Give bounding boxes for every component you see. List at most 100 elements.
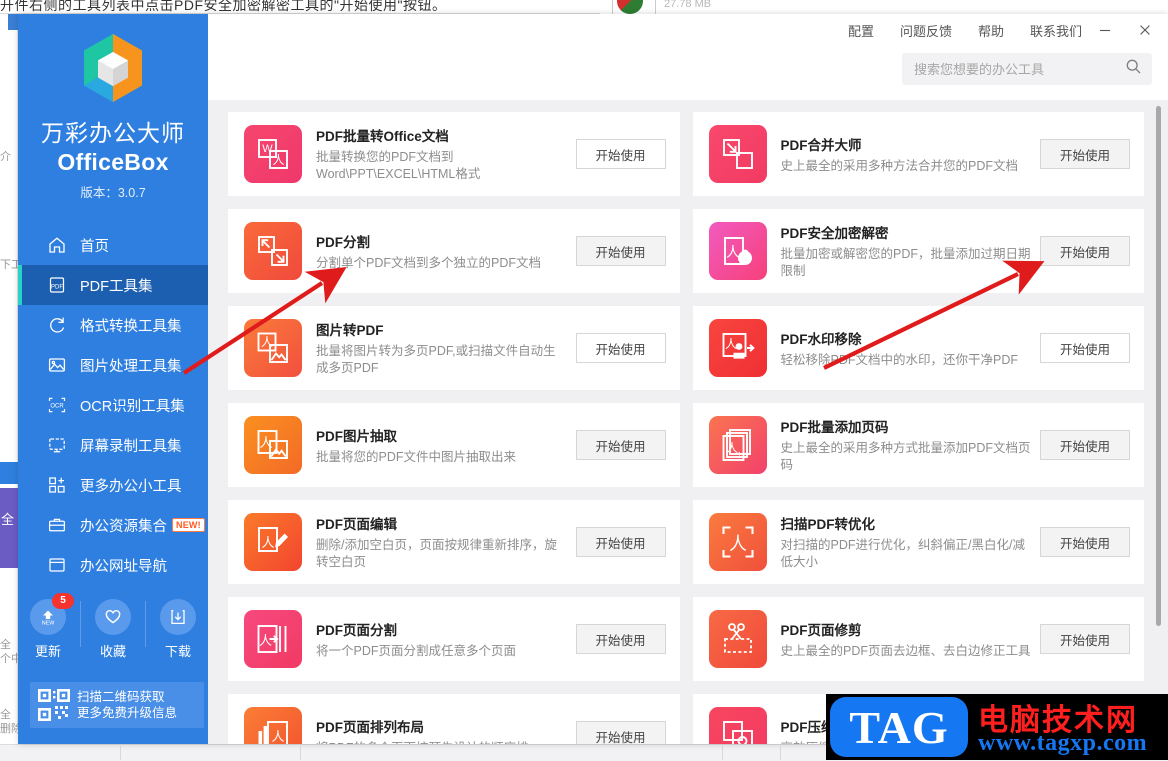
update-count-badge: 5 [52, 593, 74, 609]
heart-icon [95, 599, 131, 635]
image-to-pdf-icon: 人 [244, 319, 302, 377]
background-purple-tab [0, 488, 18, 568]
sidebar-action-update[interactable]: NEW 5 更新 [20, 593, 76, 660]
start-using-button[interactable]: 开始使用 [575, 721, 666, 744]
brand-name-cn: 万彩办公大师 [41, 120, 185, 146]
background-bottom-sep-3 [722, 746, 723, 760]
titlebar-link-config[interactable]: 配置 [848, 21, 874, 40]
sidebar-item-home[interactable]: 首页 [18, 225, 208, 265]
tool-card[interactable]: PDF合并大师 史上最全的采用多种方法合并您的PDF文档 开始使用 [692, 112, 1144, 196]
titlebar-link-contact[interactable]: 联系我们 [1030, 21, 1082, 40]
tool-card-description: 批量转换您的PDF文档到Word\PPT\EXCEL\HTML格式 [316, 150, 481, 181]
tool-card[interactable]: 人 PDF图片抽取 批量将您的PDF文件中图片抽取出来 开始使用 [228, 403, 680, 487]
sidebar-item-web-nav[interactable]: 办公网址导航 [18, 545, 208, 585]
tool-card[interactable]: 人 扫描PDF转优化 对扫描的PDF进行优化，纠斜偏正/黑白化/减低大小 开始使用 [692, 500, 1144, 584]
tool-card[interactable]: 人 PDF水印移除 轻松移除PDF文档中的水印，还你干净PDF 开始使用 [692, 306, 1144, 390]
page-number-icon: 人1 [708, 416, 767, 474]
tool-card[interactable]: 人 PDF页面编辑 删除/添加空白页，页面按规律重新排序，旋转空白页 开始使用 [228, 500, 680, 584]
tool-card-title: PDF页面分割 [316, 622, 397, 638]
start-using-button[interactable]: 开始使用 [1040, 430, 1130, 460]
tool-card-body: PDF安全加密解密 批量加密或解密您的PDF，批量添加过期日期限制 [781, 222, 1041, 280]
close-button[interactable] [1128, 16, 1162, 44]
action-divider-1 [80, 601, 81, 647]
tool-card-description: 批量加密或解密您的PDF，批量添加过期日期限制 [780, 247, 1031, 278]
start-using-button[interactable]: 开始使用 [1040, 236, 1130, 266]
action-divider-2 [145, 601, 146, 647]
tool-card[interactable]: 人 图片转PDF 批量将图片转为多页PDF,或扫描文件自动生成多页PDF 开始使用 [228, 306, 680, 390]
minimize-button[interactable] [1088, 16, 1122, 44]
titlebar-link-feedback[interactable]: 问题反馈 [900, 21, 952, 40]
tool-card-description: 将PDF的多个页面按预先设计的顺序排 [316, 740, 568, 745]
svg-text:人: 人 [729, 534, 747, 554]
sidebar-actions: NEW 5 更新 收藏 下载 [18, 593, 208, 660]
main-area: 配置 问题反馈 帮助 联系我们 W人 PDF批量转Office文档 [208, 14, 1168, 744]
new-badge: NEW! [172, 518, 205, 532]
start-using-button[interactable]: 开始使用 [575, 624, 666, 654]
sidebar-item-label: 首页 [80, 238, 109, 255]
tool-card-body: PDF页面排列布局将PDF的多个页面按预先设计的顺序排 [316, 716, 576, 745]
tool-card-body: PDF页面修剪 史上最全的PDF页面去边框、去白边修正工具 [781, 619, 1041, 660]
tool-card-title: PDF页面排列布局 [316, 719, 424, 735]
sidebar-item-ocr[interactable]: OCR OCR识别工具集 [18, 385, 208, 425]
qr-promo-box[interactable]: 扫描二维码获取 更多免费升级信息 [30, 682, 204, 728]
tool-card[interactable]: PDF分割 分割单个PDF文档到多个独立的PDF文档 开始使用 [228, 209, 680, 293]
sidebar-item-label: 格式转换工具集 [80, 318, 182, 335]
qr-promo-text: 扫描二维码获取 更多免费升级信息 [77, 689, 177, 721]
sidebar-item-screen-record[interactable]: 屏幕录制工具集 [18, 425, 208, 465]
merge-icon [708, 125, 767, 183]
background-bottom-sep-1 [120, 746, 121, 760]
sidebar-item-office-resources[interactable]: 办公资源集合 NEW! [18, 505, 208, 545]
sidebar-item-pdf-tools[interactable]: PDF PDF工具集 [18, 265, 208, 305]
sidebar-action-favorites[interactable]: 收藏 [85, 599, 141, 660]
svg-text:人: 人 [726, 244, 740, 260]
titlebar-link-help[interactable]: 帮助 [978, 21, 1004, 40]
start-using-button[interactable]: 开始使用 [575, 139, 666, 169]
titlebar: 配置 问题反馈 帮助 联系我们 [208, 14, 1168, 46]
brand-name-en: OfficeBox [57, 149, 169, 175]
brand-block: 万彩办公大师 OfficeBox 版本：3.0.7 [18, 14, 208, 201]
background-bottom-sep-4 [780, 746, 781, 760]
tool-card[interactable]: 人 PDF安全加密解密 批量加密或解密您的PDF，批量添加过期日期限制 开始使用 [692, 209, 1144, 293]
tool-card-title: PDF图片抽取 [316, 428, 397, 444]
tool-card[interactable]: W 人 PDF批量转Office文档 批量转换您的PDF文档到Word\PPT\EXC… [228, 112, 680, 196]
sidebar-item-label: PDF工具集 [80, 278, 153, 295]
tool-card-body: PDF合并大师 史上最全的采用多种方法合并您的PDF文档 [781, 134, 1041, 175]
tool-card-body: 扫描PDF转优化 对扫描的PDF进行优化，纠斜偏正/黑白化/减低大小 [781, 513, 1041, 571]
search-box[interactable] [902, 53, 1152, 85]
start-using-button[interactable]: 开始使用 [1040, 139, 1130, 169]
search-icon[interactable] [1125, 58, 1142, 80]
sidebar-item-format-convert[interactable]: 格式转换工具集 [18, 305, 208, 345]
sidebar-item-image-tools[interactable]: 图片处理工具集 [18, 345, 208, 385]
background-divider-1 [612, 0, 613, 14]
tool-card-title: PDF批量转Office文档 [316, 129, 449, 144]
svg-text:人: 人 [261, 335, 273, 349]
start-using-button[interactable]: 开始使用 [1040, 527, 1130, 557]
qr-line-2: 更多免费升级信息 [77, 706, 178, 720]
tool-card-body: PDF水印移除 轻松移除PDF文档中的水印，还你干净PDF [781, 328, 1041, 369]
search-input[interactable] [912, 60, 1125, 78]
start-using-button[interactable]: 开始使用 [1040, 333, 1130, 363]
tool-card-body: PDF页面编辑 删除/添加空白页，页面按规律重新排序，旋转空白页 [316, 513, 576, 571]
start-using-button[interactable]: 开始使用 [575, 527, 666, 557]
tool-card[interactable]: 人PDF页面排列布局将PDF的多个页面按预先设计的顺序排开始使用 [228, 694, 680, 744]
window-icon [46, 554, 68, 576]
page-edit-icon: 人 [244, 513, 302, 571]
sidebar-action-downloads[interactable]: 下载 [150, 599, 206, 660]
tool-card[interactable]: 人 1 PDF批量添加页码 史上最全的采用多种方式批量添加PDF文档页码 开始使用 [692, 403, 1144, 487]
scrollbar-thumb[interactable] [1156, 106, 1161, 626]
tool-card-description: 史上最全的采用多种方式批量添加PDF文档页码 [780, 441, 1031, 472]
sidebar-item-label: 屏幕录制工具集 [80, 438, 182, 455]
tool-card[interactable]: PDF页面修剪 史上最全的PDF页面去边框、去白边修正工具 开始使用 [692, 597, 1144, 681]
tool-card-title: PDF页面编辑 [316, 517, 397, 532]
start-using-button[interactable]: 开始使用 [575, 333, 666, 363]
start-using-button[interactable]: 开始使用 [1040, 624, 1130, 654]
start-using-button[interactable]: 开始使用 [575, 236, 666, 266]
sidebar-item-more-tools[interactable]: 更多办公小工具 [18, 465, 208, 505]
svg-text:OCR: OCR [50, 404, 64, 410]
start-using-button[interactable]: 开始使用 [575, 430, 666, 460]
lock-icon: 人 [708, 222, 767, 280]
sidebar-item-label: 办公资源集合 [80, 518, 167, 535]
tool-card[interactable]: 人 PDF页面分割 将一个PDF页面分割成任意多个页面 开始使用 [228, 597, 680, 681]
svg-text:人: 人 [271, 729, 284, 744]
background-blue-tab [0, 462, 18, 484]
